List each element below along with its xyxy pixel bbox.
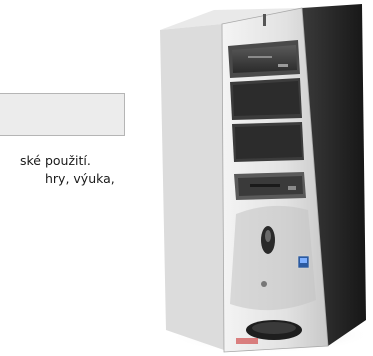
catalog-page: ské použití. hry, výuka,	[0, 0, 373, 356]
gray-header-box	[0, 93, 125, 136]
pc-tower-image	[152, 0, 373, 356]
pc-tower-icon	[160, 4, 370, 353]
description-line-1: ské použití.	[20, 153, 91, 168]
description-text: ské použití. hry, výuka,	[0, 152, 150, 188]
